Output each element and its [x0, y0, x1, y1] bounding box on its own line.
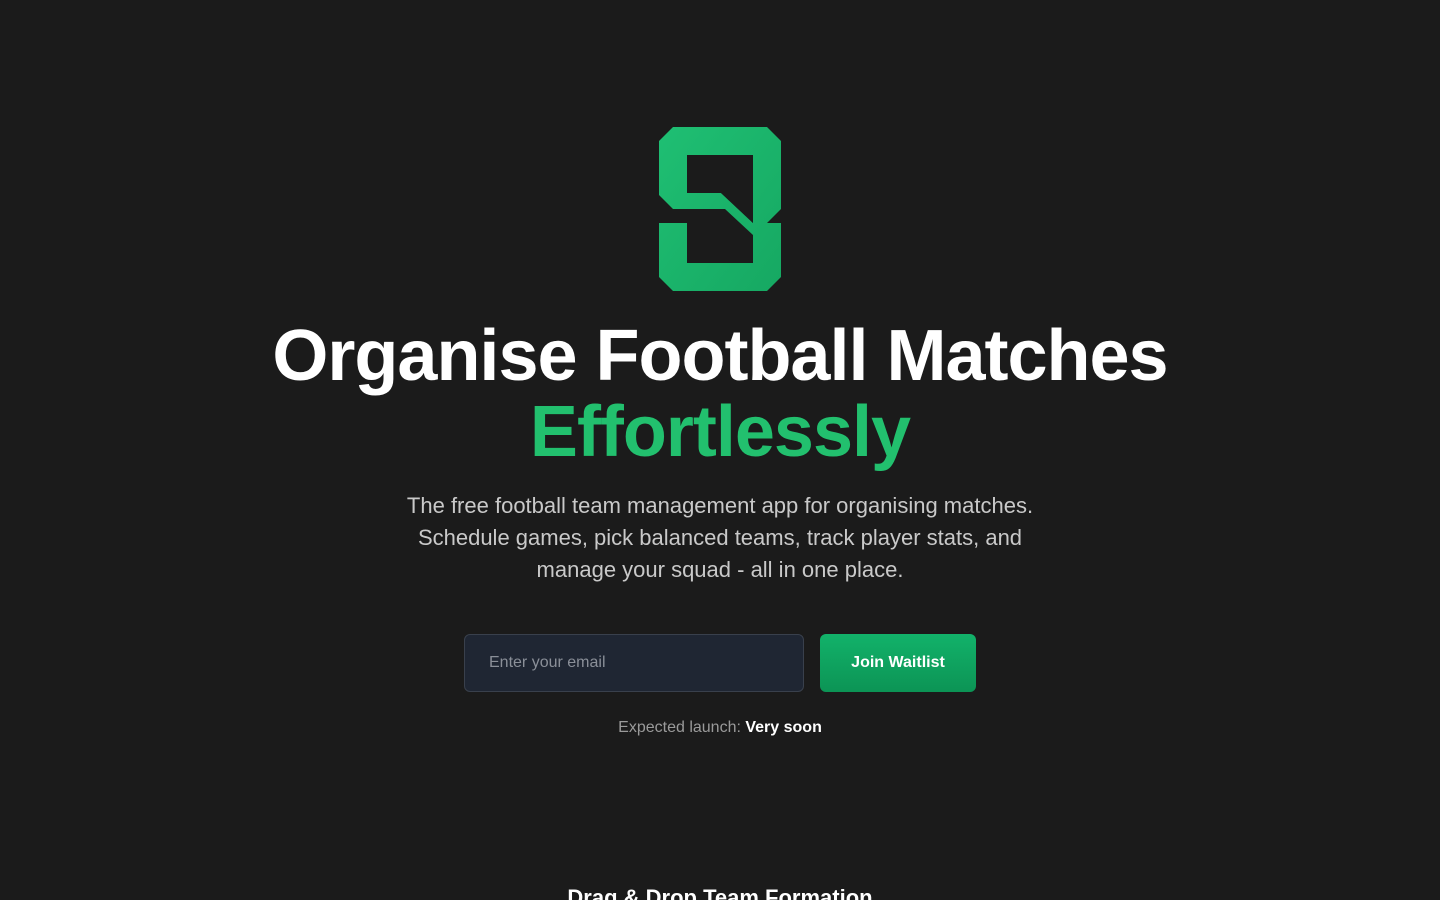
hero-title-line2: Effortlessly — [529, 392, 911, 472]
launch-label: Expected launch: — [618, 719, 746, 736]
s-shield-logo-icon — [659, 127, 781, 291]
feature-heading: Drag & Drop Team Formation — [567, 885, 873, 900]
launch-value: Very soon — [745, 719, 822, 736]
launch-info: Expected launch: Very soon — [0, 718, 1440, 738]
join-waitlist-button[interactable]: Join Waitlist — [820, 634, 976, 692]
hero-subtitle: The free football team management app fo… — [406, 493, 1034, 582]
email-input[interactable] — [464, 634, 804, 692]
hero-title-line1: Organise Football Matches — [272, 316, 1168, 396]
landing-page: Organise Football Matches Effortlessly T… — [0, 0, 1440, 900]
hero-title: Organise Football Matches Effortlessly — [0, 318, 1440, 470]
